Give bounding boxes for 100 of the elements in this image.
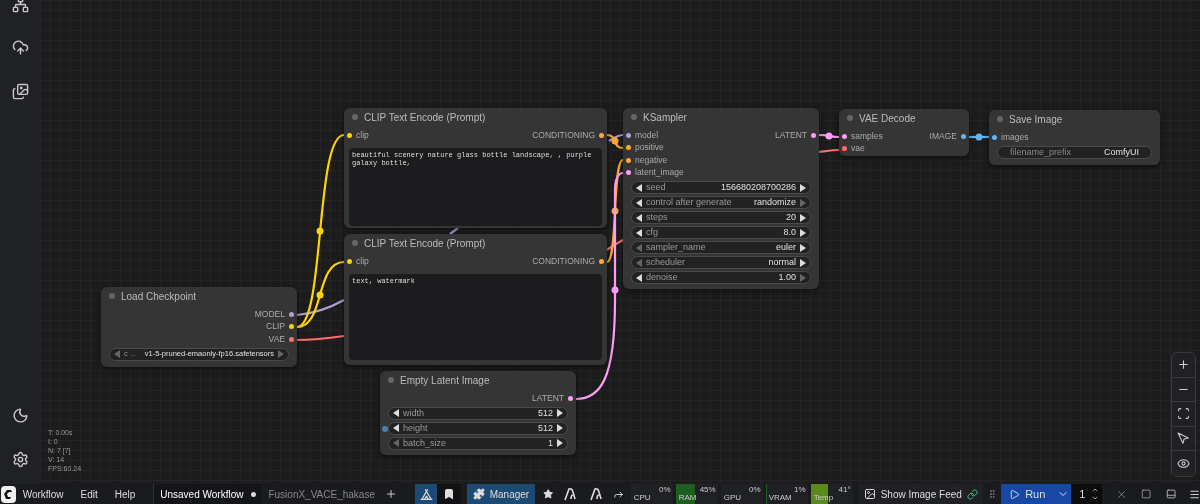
output-label: CLIP (266, 320, 285, 334)
eye-icon[interactable] (1177, 457, 1190, 471)
widget-field[interactable]: filename_prefix ComfyUI (997, 145, 1152, 159)
settings-icon[interactable] (11, 451, 29, 468)
input-label: samples (851, 129, 883, 143)
link-wire[interactable] (606, 133, 624, 150)
link-wire[interactable] (969, 133, 989, 141)
node-title: CLIP Text Encode (Prompt) (364, 236, 486, 251)
node-card[interactable]: VAE Decode samples IMAGE vae (839, 109, 969, 156)
widget-field[interactable]: control after generate randomize (631, 196, 811, 209)
decrement-icon[interactable] (1090, 494, 1099, 502)
square-icon[interactable] (1141, 488, 1152, 500)
workflow-panel-button[interactable] (415, 484, 438, 504)
zoom-in-icon[interactable] (1177, 358, 1190, 372)
network-icon[interactable] (11, 0, 29, 13)
hook-icon[interactable] (589, 487, 604, 501)
tent-icon (419, 487, 433, 501)
menu-item[interactable]: Workflow (22, 486, 64, 502)
menu-item[interactable]: Edit (80, 486, 98, 502)
input-socket[interactable] (626, 170, 631, 176)
node-card[interactable]: Save Image images filename_prefix ComfyUI (989, 110, 1160, 165)
input-socket[interactable] (842, 146, 847, 152)
widget-field[interactable]: width 512 (388, 406, 568, 420)
link-wire[interactable] (449, 227, 459, 235)
menu-item[interactable]: Help (114, 486, 136, 502)
navigation-icon[interactable] (1177, 432, 1190, 446)
input-socket[interactable] (626, 145, 631, 151)
output-socket[interactable] (289, 336, 294, 342)
bottom-panel-icon[interactable] (1166, 488, 1177, 500)
manager-button[interactable]: Manager (466, 484, 536, 504)
link-wire[interactable] (297, 334, 345, 342)
node-card[interactable]: Empty Latent Image LATENT width 512 height 512 batch_size 1 (380, 371, 576, 455)
run-button[interactable]: Run (1001, 484, 1056, 504)
image-feed-button[interactable]: Show Image Feed (858, 484, 983, 504)
monitor-value: 1% (794, 484, 806, 496)
widget-field[interactable]: height 512 (388, 421, 568, 435)
increment-icon[interactable] (1090, 486, 1099, 494)
monitor-value: 45% (699, 484, 716, 496)
moon-icon[interactable] (11, 407, 29, 424)
image-icon (863, 488, 876, 500)
node-card[interactable]: KSampler model LATENT positive negative latent_image seed 156680208700286 control after generate randomize steps 20 cfg 8.0 sampler_name euler scheduler normal denoise 1.00 (623, 108, 819, 289)
images-icon[interactable] (11, 83, 29, 100)
widget-field[interactable]: sampler_name euler (631, 241, 811, 254)
input-socket[interactable] (347, 258, 352, 264)
node-title: Save Image (1009, 112, 1063, 127)
monitor-value: 41° (838, 484, 851, 496)
monitor-label: CPU (633, 492, 651, 504)
output-socket[interactable] (599, 258, 604, 264)
fit-view-icon[interactable] (1177, 407, 1190, 421)
monitor-value: 0% (659, 484, 671, 496)
output-socket[interactable] (599, 132, 604, 138)
input-socket[interactable] (626, 132, 631, 138)
batch-count-field[interactable]: 1 (1071, 484, 1102, 504)
input-label: model (635, 128, 659, 142)
node-title: KSampler (643, 110, 687, 125)
widget-field[interactable]: steps 20 (631, 211, 811, 224)
upload-icon[interactable] (11, 39, 29, 56)
output-label: CONDITIONING (532, 128, 595, 142)
widget-field[interactable]: scheduler normal (631, 256, 811, 269)
monitor-label: RAM (678, 492, 697, 504)
node-title: Empty Latent Image (400, 373, 490, 388)
output-label: LATENT (532, 391, 564, 405)
play-icon (1009, 488, 1021, 500)
input-label: vae (851, 142, 865, 156)
input-socket[interactable] (626, 157, 631, 163)
link-wire[interactable] (818, 132, 840, 140)
add-tab-icon[interactable] (385, 487, 398, 501)
link-wire[interactable] (606, 239, 624, 251)
widget-field[interactable]: batch_size 1 (388, 436, 568, 450)
input-label: clip (356, 128, 369, 142)
bookmark-icon (443, 488, 456, 500)
bookmark-button[interactable] (437, 484, 461, 504)
input-socket[interactable] (842, 133, 847, 139)
input-socket[interactable] (347, 132, 352, 138)
input-socket[interactable] (382, 425, 388, 432)
output-socket[interactable] (289, 324, 294, 330)
widget-field[interactable]: denoise 1.00 (631, 271, 811, 284)
hook-icon[interactable] (563, 487, 578, 501)
output-socket[interactable] (811, 132, 816, 138)
input-label: positive (635, 141, 664, 155)
link-wire[interactable] (296, 299, 345, 317)
input-label: latent_image (635, 166, 684, 180)
input-label: negative (635, 153, 668, 167)
link-icon (966, 488, 978, 500)
output-label: CONDITIONING (532, 254, 595, 268)
input-socket[interactable] (992, 134, 997, 140)
widget-field[interactable]: seed 156680208700286 (631, 181, 811, 194)
puzzle-icon (472, 488, 485, 500)
workflow-tab[interactable]: Unsaved Workflow (154, 484, 263, 504)
app-logo[interactable] (1, 485, 16, 503)
node-title: Load Checkpoint (121, 289, 197, 304)
output-socket[interactable] (961, 133, 966, 139)
workflow-tab[interactable]: FusionX_VACE_hakase (262, 484, 381, 504)
output-label: LATENT (775, 128, 807, 142)
widget-field[interactable]: cfg 8.0 (631, 226, 811, 239)
star-icon[interactable] (543, 488, 554, 500)
output-label: IMAGE (929, 129, 957, 143)
output-socket[interactable] (289, 311, 294, 317)
link-wire[interactable] (818, 148, 840, 154)
output-socket[interactable] (568, 395, 573, 401)
